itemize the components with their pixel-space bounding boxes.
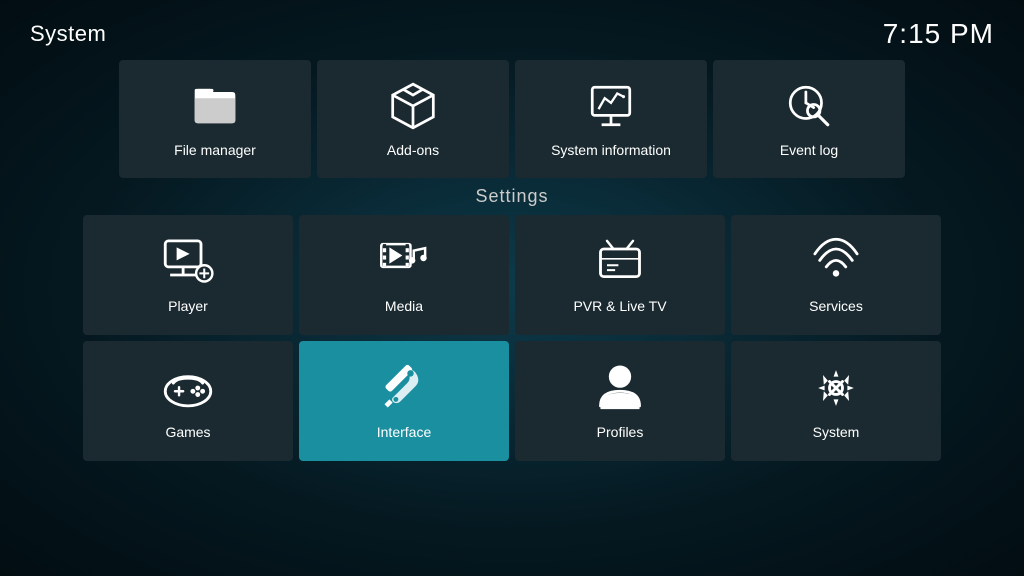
settings-row-1: Player Media bbox=[0, 215, 1024, 335]
file-manager-label: File manager bbox=[174, 142, 256, 158]
tile-file-manager[interactable]: File manager bbox=[119, 60, 311, 178]
games-icon bbox=[162, 362, 214, 414]
tile-games[interactable]: Games bbox=[83, 341, 293, 461]
event-log-icon bbox=[783, 80, 835, 132]
tile-system[interactable]: System bbox=[731, 341, 941, 461]
profiles-label: Profiles bbox=[597, 424, 644, 440]
tile-pvr-live-tv[interactable]: PVR & Live TV bbox=[515, 215, 725, 335]
tile-event-log[interactable]: Event log bbox=[713, 60, 905, 178]
tile-player[interactable]: Player bbox=[83, 215, 293, 335]
settings-row-2: Games Interface bbox=[0, 341, 1024, 461]
games-label: Games bbox=[165, 424, 210, 440]
event-log-label: Event log bbox=[780, 142, 838, 158]
system-label: System bbox=[813, 424, 860, 440]
tile-system-information[interactable]: System information bbox=[515, 60, 707, 178]
tile-interface[interactable]: Interface bbox=[299, 341, 509, 461]
media-icon bbox=[378, 236, 430, 288]
pvr-live-tv-label: PVR & Live TV bbox=[573, 298, 666, 314]
top-tiles-row: File manager Add-ons bbox=[0, 60, 1024, 178]
add-ons-icon bbox=[387, 80, 439, 132]
services-label: Services bbox=[809, 298, 863, 314]
player-icon bbox=[162, 236, 214, 288]
settings-heading: Settings bbox=[0, 186, 1024, 207]
pvr-live-tv-icon bbox=[594, 236, 646, 288]
clock: 7:15 PM bbox=[883, 18, 994, 50]
header: System 7:15 PM bbox=[0, 0, 1024, 60]
system-information-label: System information bbox=[551, 142, 671, 158]
interface-label: Interface bbox=[377, 424, 431, 440]
tile-add-ons[interactable]: Add-ons bbox=[317, 60, 509, 178]
system-icon bbox=[810, 362, 862, 414]
player-label: Player bbox=[168, 298, 208, 314]
interface-icon bbox=[378, 362, 430, 414]
add-ons-label: Add-ons bbox=[387, 142, 439, 158]
file-manager-icon bbox=[189, 80, 241, 132]
tile-services[interactable]: Services bbox=[731, 215, 941, 335]
page-title: System bbox=[30, 21, 106, 47]
services-icon bbox=[810, 236, 862, 288]
media-label: Media bbox=[385, 298, 423, 314]
tile-media[interactable]: Media bbox=[299, 215, 509, 335]
system-information-icon bbox=[585, 80, 637, 132]
profiles-icon bbox=[594, 362, 646, 414]
tile-profiles[interactable]: Profiles bbox=[515, 341, 725, 461]
